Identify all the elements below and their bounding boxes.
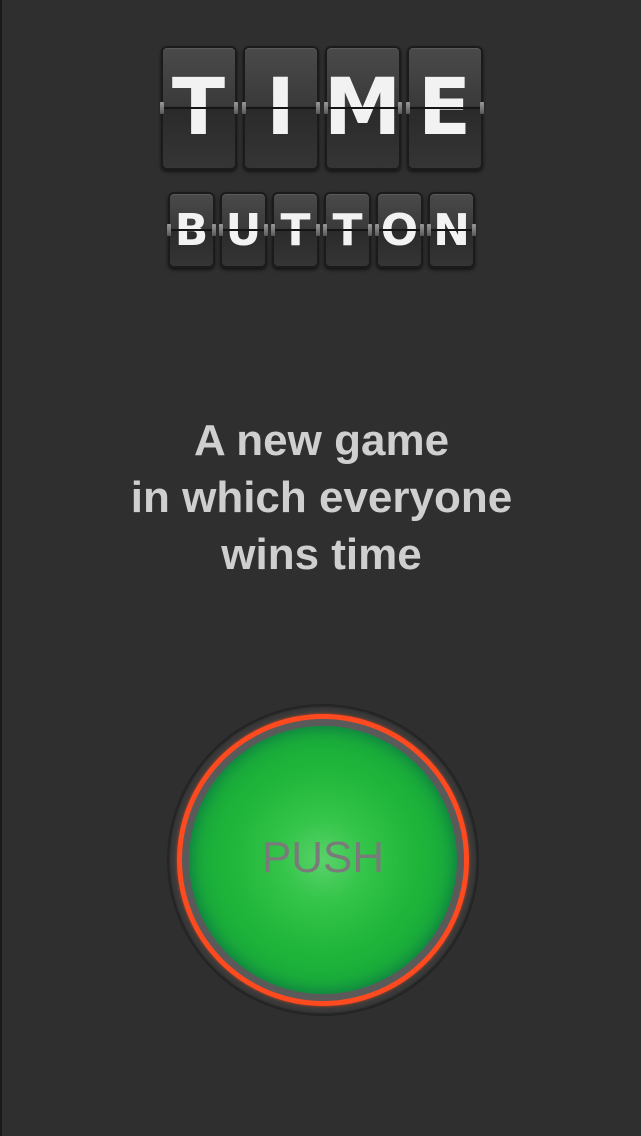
logo-tile: T [159, 46, 238, 170]
logo-tile: T [271, 192, 320, 268]
logo-tile: I [241, 46, 320, 170]
game-screen: T I M E B U T T O N A new game in which … [0, 0, 641, 1136]
push-button-label: PUSH [261, 833, 385, 882]
logo-tile: B [167, 192, 216, 268]
logo-tile: N [427, 192, 476, 268]
logo-tile: M [323, 46, 402, 170]
logo-tile: O [375, 192, 424, 268]
push-button-housing: PUSH [169, 706, 477, 1014]
logo-tile: T [323, 192, 372, 268]
push-button[interactable]: PUSH [189, 726, 457, 994]
logo-subtitle: B U T T O N [2, 192, 641, 268]
logo-tile: E [405, 46, 484, 170]
tagline-line: wins time [221, 530, 422, 579]
logo-tile: U [219, 192, 268, 268]
tagline: A new game in which everyone wins time [2, 412, 641, 583]
logo-title: T I M E [2, 46, 641, 170]
tagline-line: in which everyone [130, 473, 513, 522]
tagline-line: A new game [193, 416, 450, 465]
